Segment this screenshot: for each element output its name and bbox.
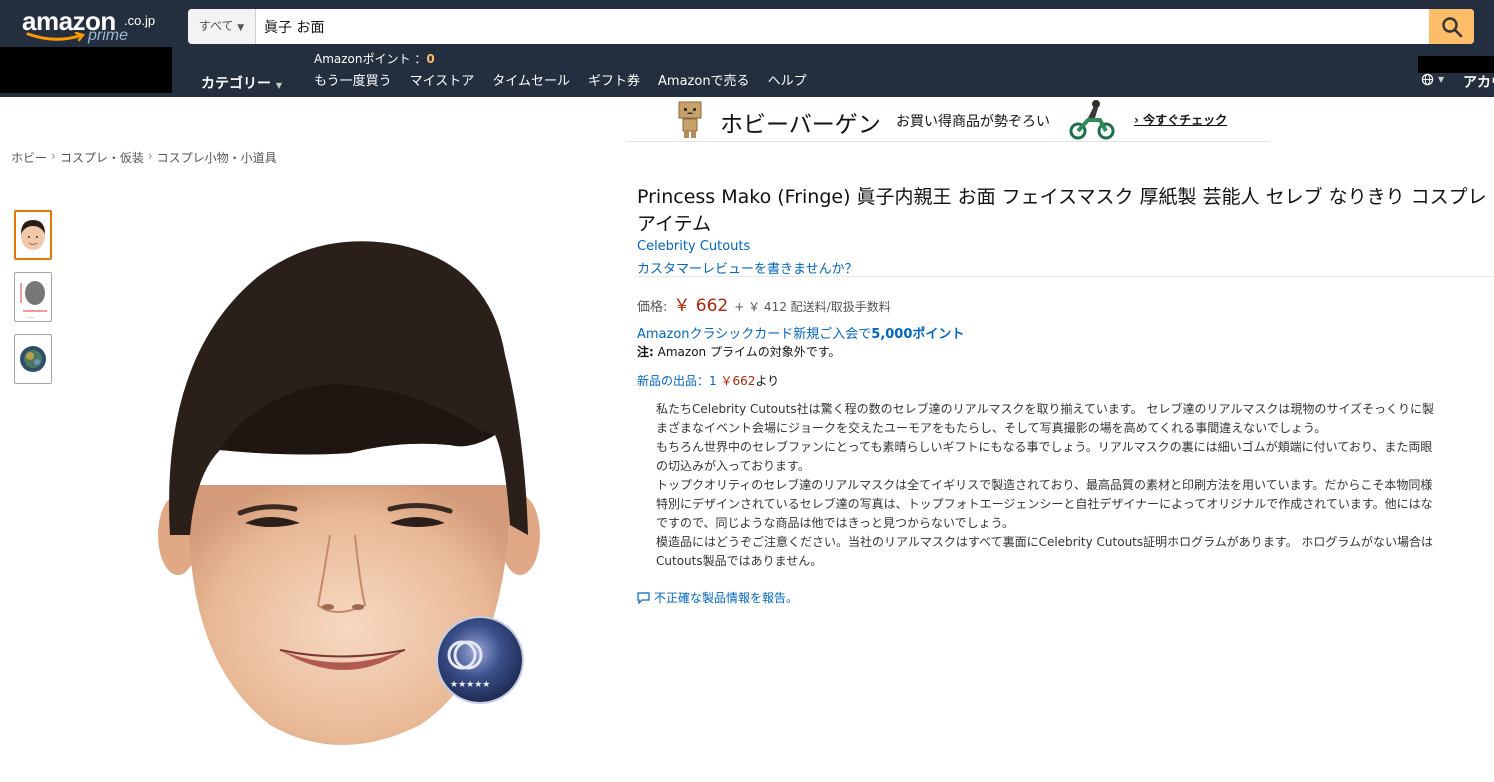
search-button[interactable] xyxy=(1429,9,1474,44)
feature-bullet: トップクオリティのセレブ達のリアルマスクは全てイギリスで製造されており、最高品質… xyxy=(656,476,1494,495)
write-review-link[interactable]: カスタマーレビューを書きませんか？ xyxy=(637,258,858,277)
search-category-label: すべて xyxy=(198,19,234,33)
hologram-thumbnail-image xyxy=(20,346,46,372)
feature-bullets: 私たちCelebrity Cutouts社は驚く程の数のセレブ達のリアルマスクを… xyxy=(637,400,1494,571)
feature-bullet: 模造品にはどうぞご注意ください。当社のリアルマスクはすべて裏面にCelebrit… xyxy=(656,533,1494,552)
offers-price: ￥662 xyxy=(720,374,756,388)
thumbnail-face[interactable] xyxy=(14,210,52,260)
points-label: Amazonポイント ： xyxy=(314,52,427,66)
breadcrumb: ホビー › コスプレ・仮装 › コスプレ小物・小道具 xyxy=(11,149,277,166)
banner-subtitle: お買い得商品が勢ぞろい xyxy=(896,114,1050,130)
chevron-right-icon: › xyxy=(51,149,56,163)
divider xyxy=(637,276,1494,277)
account-menu[interactable]: アカウ xyxy=(1463,72,1494,92)
prime-note-label: 注: xyxy=(637,345,654,359)
size-diagram-image: —— xyxy=(20,281,47,320)
feature-bullet-cont: ですので、同じような商品は他ではきっと見つからないでしょう。 xyxy=(656,516,1014,530)
logo-tld: .co.jp xyxy=(124,13,156,28)
nav-link-help[interactable]: ヘルプ xyxy=(768,70,807,89)
danboard-figure-icon xyxy=(678,101,702,138)
motorcycle-figure-icon xyxy=(1069,100,1115,140)
nav-links: もう一度買う マイストア タイムセール ギフト券 Amazonで売る ヘルプ xyxy=(314,70,807,89)
redacted-area xyxy=(0,47,172,93)
card-promo-text: Amazonクラシックカード新規ご入会で xyxy=(637,327,872,342)
language-selector[interactable]: ▼ xyxy=(1421,73,1444,86)
chevron-right-icon: › xyxy=(147,149,153,163)
breadcrumb-item[interactable]: ホビー xyxy=(11,149,47,166)
category-label: カテゴリー xyxy=(201,76,271,92)
svg-text:——: —— xyxy=(27,315,35,320)
face-mask-image: ★★★★★ xyxy=(158,241,540,745)
caret-down-icon: ▼ xyxy=(275,81,283,90)
offers-link[interactable]: 新品の出品：1 xyxy=(637,374,717,388)
breadcrumb-item[interactable]: コスプレ小物・小道具 xyxy=(157,149,277,166)
shipping-fee: + ￥ 412 配送料/取扱手数料 xyxy=(734,300,891,314)
price-label: 価格: xyxy=(637,300,668,315)
caret-down-icon: ▼ xyxy=(237,23,245,33)
price-row: 価格: ￥ 662 + ￥ 412 配送料/取扱手数料 xyxy=(637,291,891,316)
search-icon xyxy=(1441,16,1462,37)
thumbnail-size-diagram[interactable]: —— xyxy=(14,272,52,322)
amazon-points[interactable]: Amazonポイント ：0 xyxy=(314,50,435,67)
feature-bullet-cont: まざまなイベント会場にジョークを交えたユーモアをもたらし、そして写真撮影の場を高… xyxy=(656,421,1327,435)
price-value: ￥ 662 xyxy=(673,296,729,316)
card-promo-link[interactable]: Amazonクラシックカード新規ご入会で5,000ポイント xyxy=(637,323,964,342)
report-link-text: 不正確な製品情報を報告。 xyxy=(654,591,799,605)
main-product-image[interactable]: ★★★★★ xyxy=(150,235,545,755)
search-bar: すべて ▼ xyxy=(188,9,1474,44)
nav-link-my-store[interactable]: マイストア xyxy=(410,70,475,89)
redacted-area xyxy=(1418,56,1494,73)
feature-bullet: 私たちCelebrity Cutouts社は驚く程の数のセレブ達のリアルマスクを… xyxy=(656,400,1494,419)
face-thumbnail-image xyxy=(21,220,45,250)
nav-link-buy-again[interactable]: もう一度買う xyxy=(314,70,392,89)
caret-down-icon: ▼ xyxy=(1438,75,1445,84)
search-input[interactable] xyxy=(264,9,1414,44)
smile-arrow-icon xyxy=(26,32,86,42)
prime-note: 注: Amazon プライムの対象外です。 xyxy=(637,343,841,360)
offers-suffix: より xyxy=(755,374,780,388)
top-navbar: amazon .co.jp prime すべて ▼ xyxy=(0,0,1494,44)
thumbnail-hologram[interactable] xyxy=(14,334,52,384)
brand-link[interactable]: Celebrity Cutouts xyxy=(637,239,750,254)
card-promo-points: 5,000ポイント xyxy=(871,327,965,342)
feature-bullet: 特別にデザインされているセレブ達の写真は、トップフォトエージェンシーと自社デザイ… xyxy=(656,495,1494,514)
banner-check-link[interactable]: › 今すぐチェック xyxy=(1134,111,1227,128)
feature-bullet-cont: の切込みが入っております。 xyxy=(656,459,810,473)
nav-link-time-sale[interactable]: タイムセール xyxy=(492,70,570,89)
logo-prime: prime xyxy=(88,27,129,44)
breadcrumb-item[interactable]: コスプレ・仮装 xyxy=(60,149,144,166)
nav-link-sell[interactable]: Amazonで売る xyxy=(658,70,750,89)
feature-bullet: もちろん世界中のセレブファンにとっても素晴らしいギフトにもなる事でしょう。リアル… xyxy=(656,438,1494,457)
comment-icon xyxy=(637,591,650,604)
search-category-dropdown[interactable]: すべて ▼ xyxy=(188,9,256,44)
prime-note-text: Amazon プライムの対象外です。 xyxy=(657,345,841,359)
product-title: Princess Mako (Fringe) 眞子内親王 お面 フェイスマスク … xyxy=(637,186,1487,235)
globe-icon xyxy=(1421,73,1434,86)
banner-link-text: 今すぐチェック xyxy=(1143,113,1228,127)
report-info-link[interactable]: 不正確な製品情報を報告。 xyxy=(637,589,798,606)
feature-bullet-cont: Cutouts製品ではありません。 xyxy=(656,554,823,568)
category-menu[interactable]: カテゴリー ▼ xyxy=(201,73,282,93)
points-value: 0 xyxy=(426,52,435,66)
nav-link-gift-card[interactable]: ギフト券 xyxy=(588,70,640,89)
banner-title: ホビーバーゲン xyxy=(720,112,881,138)
new-offers: 新品の出品：1 ￥662より xyxy=(637,372,779,389)
promo-banner[interactable]: ホビーバーゲン お買い得商品が勢ぞろい › 今すぐチェック xyxy=(626,97,1270,142)
svg-text:★★★★★: ★★★★★ xyxy=(450,680,490,690)
